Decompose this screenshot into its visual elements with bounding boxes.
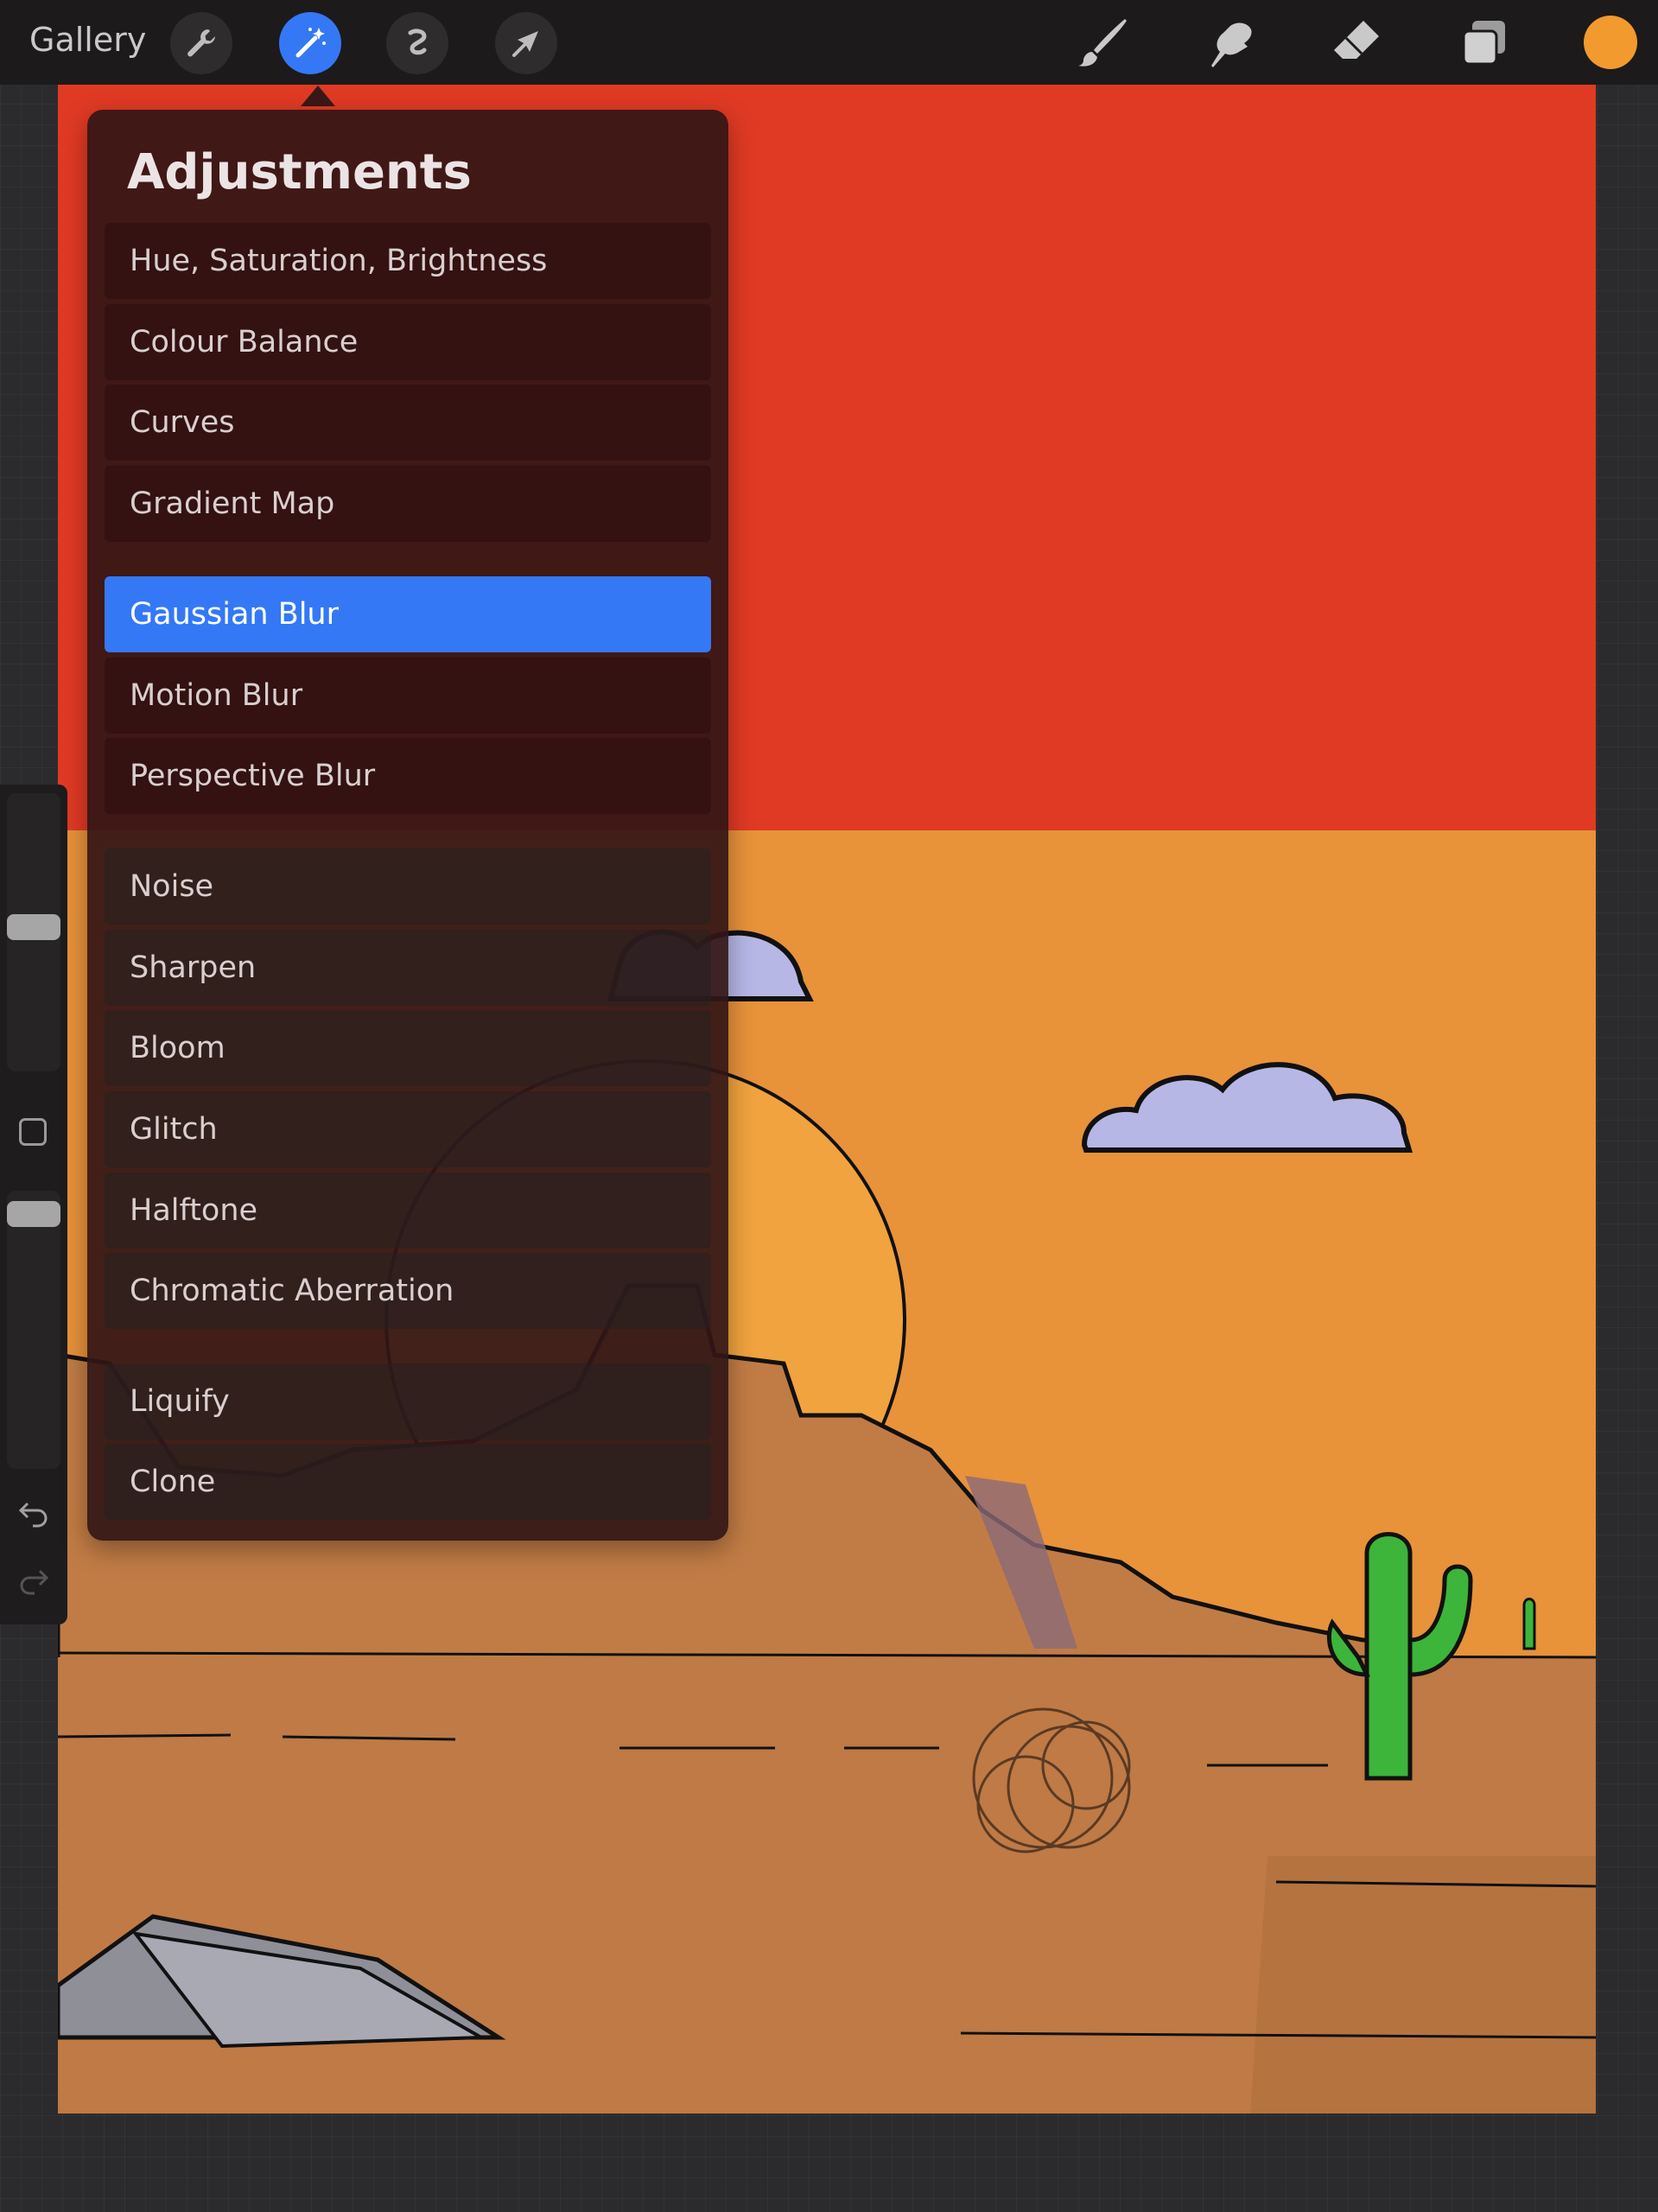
menu-item-noise[interactable]: Noise (105, 849, 711, 925)
brush-icon (1078, 19, 1127, 67)
transform-button[interactable] (495, 12, 557, 74)
eraser-button[interactable] (1324, 10, 1389, 76)
layers-icon (1462, 21, 1505, 66)
smudge-button[interactable] (1196, 10, 1261, 76)
menu-item-hue-saturation-brightness[interactable]: Hue, Saturation, Brightness (105, 223, 711, 299)
brush-button[interactable] (1070, 10, 1135, 76)
top-toolbar: Gallery (0, 0, 1658, 85)
redo-icon[interactable] (17, 1562, 50, 1595)
opacity-thumb[interactable] (7, 1201, 60, 1227)
popover-pointer (301, 86, 335, 106)
menu-item-glitch[interactable]: Glitch (105, 1091, 711, 1167)
selection-button[interactable] (386, 12, 448, 74)
menu-item-motion-blur[interactable]: Motion Blur (105, 658, 711, 734)
menu-item-gradient-map[interactable]: Gradient Map (105, 466, 711, 542)
menu-item-halftone[interactable]: Halftone (105, 1173, 711, 1249)
menu-item-sharpen[interactable]: Sharpen (105, 930, 711, 1006)
menu-item-chromatic-aberration[interactable]: Chromatic Aberration (105, 1253, 711, 1329)
eraser-icon (1334, 21, 1379, 59)
actions-button[interactable] (170, 12, 232, 74)
panel-title: Adjustments (127, 144, 472, 200)
menu-item-gaussian-blur[interactable]: Gaussian Blur (105, 576, 711, 652)
menu-item-perspective-blur[interactable]: Perspective Blur (105, 738, 711, 814)
color-picker-button[interactable] (1584, 16, 1637, 69)
side-toolbar (0, 785, 67, 1624)
adjustments-panel: Adjustments Hue, Saturation, Brightness … (87, 110, 728, 1541)
wrench-icon (187, 29, 215, 57)
selection-icon (408, 29, 427, 55)
adjustments-button[interactable] (279, 12, 341, 74)
menu-item-clone[interactable]: Clone (105, 1444, 711, 1520)
magic-wand-icon (295, 28, 326, 58)
modify-button[interactable] (19, 1118, 47, 1146)
brush-size-thumb[interactable] (7, 914, 60, 940)
opacity-slider[interactable] (7, 1191, 60, 1469)
menu-item-curves[interactable]: Curves (105, 385, 711, 461)
menu-item-liquify[interactable]: Liquify (105, 1363, 711, 1440)
menu-item-colour-balance[interactable]: Colour Balance (105, 304, 711, 380)
menu-item-bloom[interactable]: Bloom (105, 1010, 711, 1086)
transform-arrow-icon (512, 31, 538, 57)
undo-icon[interactable] (17, 1495, 50, 1528)
smudge-icon (1211, 22, 1252, 67)
layers-button[interactable] (1452, 10, 1517, 76)
gallery-button[interactable]: Gallery (29, 21, 146, 59)
